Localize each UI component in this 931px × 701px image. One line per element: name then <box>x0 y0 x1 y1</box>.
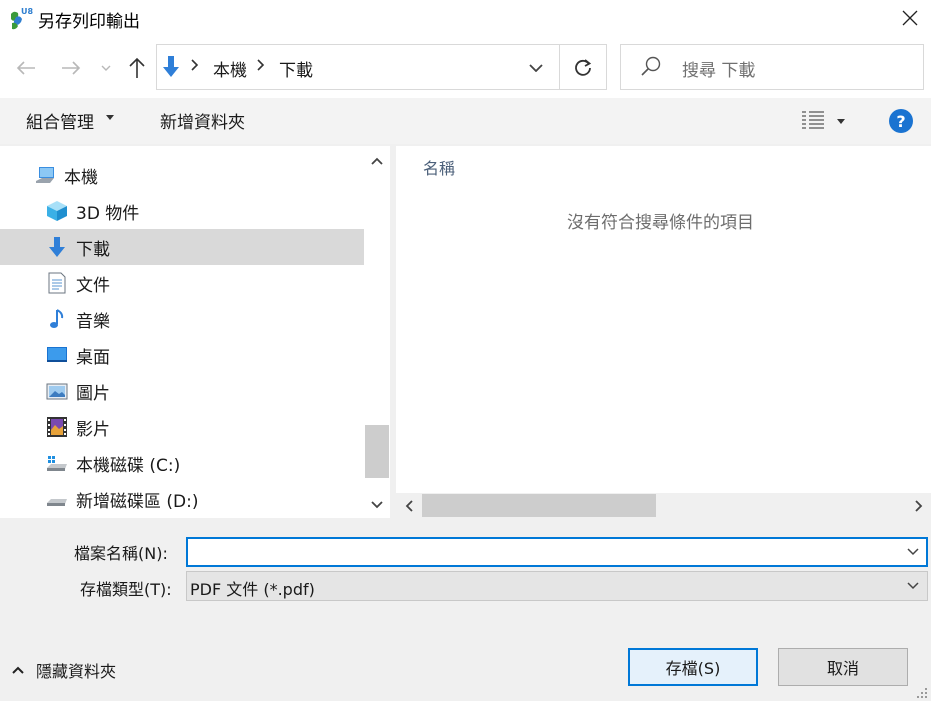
sidebar-item-3d-objects[interactable]: 3D 物件 <box>0 193 364 229</box>
sidebar-item-local-disk-c[interactable]: 本機磁碟 (C:) <box>0 445 364 481</box>
pictures-icon <box>46 383 68 400</box>
arrow-right-icon <box>62 61 81 75</box>
empty-state-message: 沒有符合搜尋條件的項目 <box>567 213 754 233</box>
forward-button[interactable] <box>59 55 83 81</box>
save-type-value[interactable]: PDF 文件 (*.pdf) <box>190 576 315 600</box>
new-folder-button[interactable]: 新增資料夾 <box>160 108 245 133</box>
toolbar <box>0 98 931 144</box>
sidebar-item-label: 圖片 <box>76 383 110 404</box>
sidebar-item-label: 音樂 <box>76 311 110 332</box>
hide-folders-label: 隱藏資料夾 <box>36 662 117 681</box>
arrow-up-icon <box>129 57 145 78</box>
breadcrumb-this-pc[interactable]: 本機 <box>213 56 247 81</box>
sidebar-item-videos[interactable]: 影片 <box>0 409 364 445</box>
filename-field[interactable] <box>186 537 928 567</box>
back-button[interactable] <box>14 55 38 81</box>
breadcrumb-separator[interactable] <box>257 57 265 75</box>
navigation-pane: 本機 3D 物件 下載 文件 音樂 桌面 圖片 影片 本機磁碟 (C:) 新增磁… <box>0 146 364 518</box>
scroll-thumb[interactable] <box>365 425 389 478</box>
search-placeholder[interactable]: 搜尋 下載 <box>682 56 755 81</box>
cube-3d-icon <box>47 201 67 221</box>
search-input[interactable] <box>620 44 924 90</box>
sidebar-item-label: 桌面 <box>76 347 110 368</box>
breadcrumb-separator[interactable] <box>191 57 199 75</box>
sidebar-item-label: 新增磁碟區 (D:) <box>76 491 199 512</box>
video-icon <box>47 417 67 437</box>
scroll-thumb[interactable] <box>422 494 656 517</box>
computer-icon <box>36 167 54 183</box>
caret-down-icon <box>106 115 114 120</box>
filename-label: 檔案名稱(N): <box>74 544 168 563</box>
sidebar-item-desktop[interactable]: 桌面 <box>0 337 364 373</box>
sidebar-item-label: 3D 物件 <box>76 203 140 224</box>
arrow-left-icon <box>16 61 35 75</box>
close-icon <box>902 10 918 26</box>
sidebar-item-documents[interactable]: 文件 <box>0 265 364 301</box>
details-view-icon <box>802 111 824 129</box>
sidebar-item-label: 文件 <box>76 275 110 296</box>
windows-drive-icon <box>47 456 67 471</box>
sidebar-item-music[interactable]: 音樂 <box>0 301 364 337</box>
chevron-left-icon <box>405 500 413 512</box>
sidebar-item-new-volume-d[interactable]: 新增磁碟區 (D:) <box>0 481 364 517</box>
help-button[interactable]: ? <box>889 109 913 133</box>
hide-folders-toggle[interactable]: 隱藏資料夾 <box>12 659 116 681</box>
music-note-icon <box>50 309 64 328</box>
sidebar-item-label: 下載 <box>76 239 110 260</box>
document-icon <box>48 272 66 294</box>
chevron-down-icon <box>101 65 111 71</box>
filename-history-dropdown[interactable] <box>902 541 924 563</box>
scroll-up-button[interactable] <box>364 148 390 174</box>
search-icon <box>640 55 662 77</box>
sidebar-item-label: 本機 <box>64 167 98 188</box>
chevron-down-icon <box>907 582 919 590</box>
breadcrumb-downloads[interactable]: 下載 <box>279 56 313 81</box>
scroll-down-button[interactable] <box>364 492 390 518</box>
column-header-name[interactable]: 名稱 <box>423 155 455 179</box>
sidebar-item-label: 影片 <box>76 419 110 440</box>
view-options-button[interactable] <box>801 110 825 130</box>
resize-grip-icon[interactable] <box>914 684 928 698</box>
download-arrow-icon <box>161 55 181 79</box>
scroll-left-button[interactable] <box>398 494 420 518</box>
save-type-label: 存檔類型(T): <box>80 580 172 599</box>
cancel-button[interactable]: 取消 <box>778 648 908 686</box>
sidebar-item-this-pc[interactable]: 本機 <box>0 157 364 193</box>
file-list[interactable] <box>396 146 931 518</box>
chevron-up-icon <box>371 157 383 165</box>
chevron-right-icon <box>915 500 923 512</box>
chevron-down-icon <box>907 548 919 556</box>
close-button[interactable] <box>892 4 928 32</box>
chevron-down-icon <box>371 501 383 509</box>
download-arrow-icon <box>49 237 65 257</box>
organize-button[interactable]: 組合管理 <box>26 108 94 133</box>
caret-down-icon[interactable] <box>837 119 845 124</box>
refresh-button[interactable] <box>568 55 598 81</box>
chevron-up-icon <box>12 666 24 674</box>
window-title: 另存列印輸出 <box>38 12 140 32</box>
sidebar-item-downloads[interactable]: 下載 <box>0 229 364 265</box>
scroll-right-button[interactable] <box>908 494 930 518</box>
refresh-icon <box>575 59 592 76</box>
divider <box>559 45 560 89</box>
desktop-icon <box>47 347 67 362</box>
address-history-dropdown[interactable] <box>524 56 548 80</box>
u8-app-icon: U8 <box>8 5 34 31</box>
sidebar-item-pictures[interactable]: 圖片 <box>0 373 364 409</box>
save-button[interactable]: 存檔(S) <box>628 648 758 686</box>
save-type-dropdown[interactable] <box>902 575 924 597</box>
chevron-down-icon <box>529 64 543 72</box>
drive-icon <box>47 499 67 506</box>
up-button[interactable] <box>125 55 149 81</box>
sidebar-item-label: 本機磁碟 (C:) <box>76 455 181 476</box>
recent-locations-button[interactable] <box>98 55 114 81</box>
svg-text:U8: U8 <box>21 7 33 16</box>
